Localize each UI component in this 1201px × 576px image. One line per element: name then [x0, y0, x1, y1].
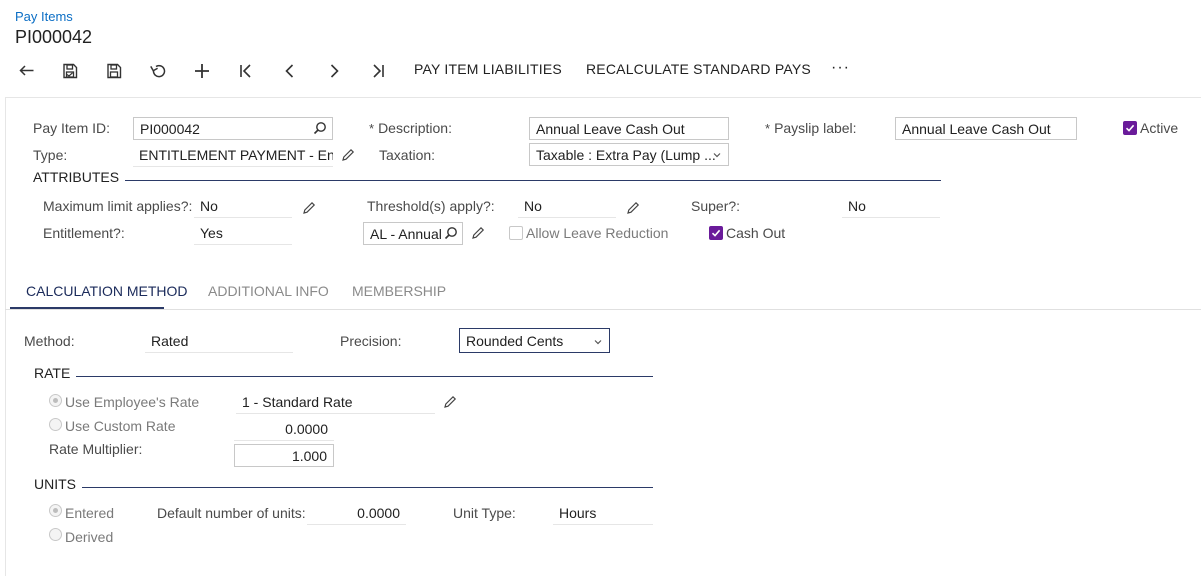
type-value: ENTITLEMENT PAYMENT - Enti: [133, 144, 333, 167]
attributes-section-title: ATTRIBUTES: [33, 169, 126, 185]
tab-calculation-method[interactable]: CALCULATION METHOD: [26, 283, 188, 299]
custom-rate-value: 0.0000: [234, 418, 334, 441]
active-label: Active: [1140, 120, 1179, 136]
tab-divider: [5, 309, 1201, 310]
chevron-down-icon: [593, 335, 603, 351]
more-actions-button[interactable]: ···: [831, 59, 850, 77]
entered-label: Entered: [65, 505, 115, 521]
cash-out-label: Cash Out: [726, 225, 786, 241]
search-icon[interactable]: [444, 226, 458, 243]
max-limit-value: No: [194, 195, 292, 218]
units-section-title: UNITS: [34, 476, 82, 492]
tab-additional-info[interactable]: ADDITIONAL INFO: [208, 283, 329, 299]
rate-section-line: [34, 376, 653, 377]
previous-record-icon[interactable]: [279, 59, 301, 83]
save-close-icon[interactable]: [59, 59, 81, 83]
leave-type-value: AL - Annual: [370, 226, 442, 242]
unit-type-value: Hours: [553, 502, 653, 525]
unit-type-label: Unit Type:: [453, 505, 516, 521]
employee-rate-value: 1 - Standard Rate: [236, 391, 435, 414]
threshold-value: No: [518, 195, 616, 218]
default-units-value: 0.0000: [307, 502, 406, 525]
edit-threshold-icon[interactable]: [626, 201, 640, 218]
default-units-label: Default number of units:: [157, 505, 306, 521]
edit-employee-rate-icon[interactable]: [443, 395, 457, 412]
last-record-icon[interactable]: [367, 59, 389, 83]
page-title: PI000042: [15, 27, 93, 47]
units-section-line: [34, 487, 653, 488]
precision-value: Rounded Cents: [466, 333, 564, 349]
derived-radio[interactable]: [49, 528, 62, 541]
type-label: Type:: [33, 147, 68, 163]
tab-membership[interactable]: MEMBERSHIP: [352, 283, 446, 299]
max-limit-label: Maximum limit applies?:: [43, 198, 193, 214]
use-custom-rate-radio[interactable]: [49, 418, 62, 431]
pay-item-id-value: PI000042: [140, 121, 200, 137]
chevron-down-icon: [712, 148, 722, 164]
back-icon[interactable]: [16, 59, 38, 83]
description-label: * Description:: [369, 120, 452, 136]
use-employee-rate-radio[interactable]: [49, 394, 62, 407]
required-mark: *: [369, 121, 375, 136]
description-field[interactable]: Annual Leave Cash Out: [529, 117, 729, 140]
edit-type-icon[interactable]: [341, 148, 355, 165]
precision-select[interactable]: Rounded Cents: [459, 328, 610, 353]
breadcrumb[interactable]: Pay Items: [15, 9, 73, 24]
pay-item-id-field[interactable]: PI000042: [133, 117, 333, 140]
payslip-label-field[interactable]: Annual Leave Cash Out: [895, 117, 1077, 140]
rate-multiplier-field[interactable]: 1.000: [234, 444, 334, 467]
undo-icon[interactable]: [147, 59, 169, 83]
allow-leave-reduction-checkbox[interactable]: [509, 226, 523, 240]
super-value: No: [842, 195, 940, 218]
pay-item-liabilities-button[interactable]: PAY ITEM LIABILITIES: [414, 61, 562, 77]
taxation-value: Taxable : Extra Pay (Lump ...: [536, 147, 716, 163]
use-custom-rate-label: Use Custom Rate: [65, 418, 176, 434]
edit-leave-type-icon[interactable]: [471, 226, 485, 243]
save-icon[interactable]: [103, 59, 125, 83]
edit-max-limit-icon[interactable]: [302, 201, 316, 218]
payslip-label-label: * Payslip label:: [765, 120, 857, 136]
method-value: Rated: [145, 330, 293, 353]
pay-item-id-label: Pay Item ID:: [33, 120, 111, 136]
first-record-icon[interactable]: [235, 59, 257, 83]
method-label: Method:: [24, 333, 75, 349]
derived-label: Derived: [65, 529, 114, 545]
threshold-label: Threshold(s) apply?:: [367, 198, 495, 214]
entitlement-label: Entitlement?:: [43, 225, 125, 241]
active-checkbox[interactable]: [1123, 121, 1137, 135]
use-employee-rate-label: Use Employee's Rate: [65, 394, 200, 410]
precision-label: Precision:: [340, 333, 402, 349]
taxation-label: Taxation:: [379, 147, 436, 163]
next-record-icon[interactable]: [323, 59, 345, 83]
add-icon[interactable]: [191, 59, 213, 83]
entitlement-value: Yes: [194, 222, 292, 245]
recalculate-standard-pays-button[interactable]: RECALCULATE STANDARD PAYS: [586, 61, 811, 77]
cash-out-checkbox[interactable]: [709, 226, 723, 240]
rate-multiplier-label: Rate Multiplier:: [49, 441, 143, 457]
rate-section-title: RATE: [34, 365, 77, 381]
leave-type-field[interactable]: AL - Annual: [363, 222, 463, 245]
allow-leave-reduction-label: Allow Leave Reduction: [526, 225, 669, 241]
attributes-section-line: [33, 180, 941, 181]
entered-radio[interactable]: [49, 504, 62, 517]
search-icon[interactable]: [313, 121, 327, 138]
taxation-select[interactable]: Taxable : Extra Pay (Lump ...: [529, 143, 729, 166]
super-label: Super?:: [691, 198, 741, 214]
required-mark: *: [765, 121, 771, 136]
